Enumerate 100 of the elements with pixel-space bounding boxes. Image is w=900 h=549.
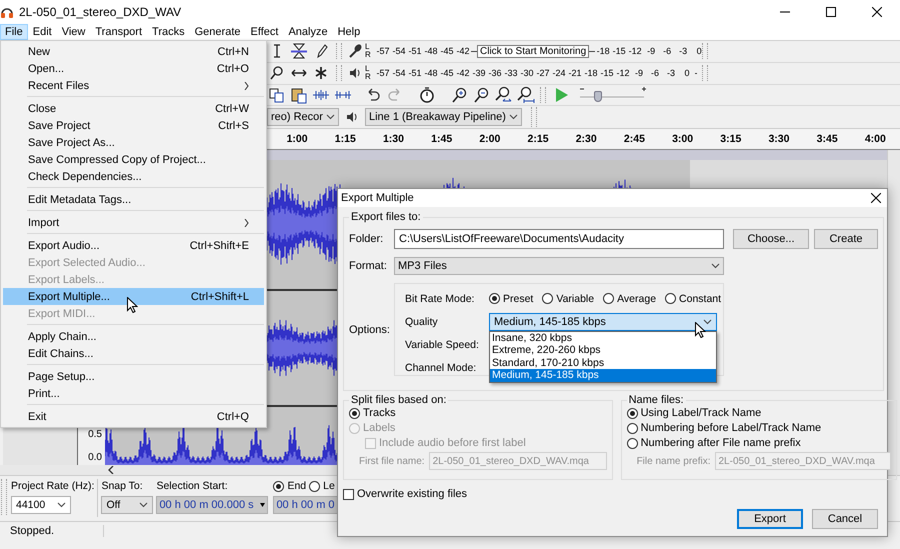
- menu-bar-item[interactable]: View: [56, 24, 90, 40]
- radio-button[interactable]: [626, 422, 638, 434]
- menu-item[interactable]: Open... Ctrl+O: [3, 60, 264, 77]
- dropdown-option[interactable]: Medium, 145-185 kbps: [490, 369, 716, 382]
- speed-slider[interactable]: [577, 86, 647, 104]
- menu-bar-item[interactable]: Tracks: [147, 24, 190, 40]
- meter-tick-label: -12: [615, 68, 631, 78]
- chevron-icon[interactable]: [326, 114, 335, 120]
- vertical-scrollbar[interactable]: [887, 150, 900, 475]
- menu-item[interactable]: Export Audio... Ctrl+Shift+E: [3, 237, 264, 254]
- dropdown-option[interactable]: Standard, 170-210 kbps: [490, 356, 716, 369]
- menu-shortcut: Ctrl+W: [215, 102, 249, 114]
- menu-item[interactable]: Close Ctrl+W: [3, 100, 264, 117]
- menu-item-label: Import: [28, 216, 60, 228]
- radio-button[interactable]: [542, 293, 554, 304]
- meter-tick-label: -12: [627, 46, 644, 56]
- radio-button[interactable]: [349, 408, 360, 418]
- slider-thumb[interactable]: [594, 90, 602, 102]
- timeline-label: 1:15: [334, 132, 357, 147]
- microphone-icon[interactable]: [347, 43, 363, 60]
- radio-label[interactable]: Using Label/Track Name: [640, 407, 762, 419]
- radio-button[interactable]: [603, 293, 614, 304]
- chevron-icon[interactable]: [139, 502, 148, 508]
- chevron-icon[interactable]: [57, 502, 66, 508]
- dialog-button[interactable]: Create: [814, 229, 878, 249]
- radio-button[interactable]: [626, 408, 638, 418]
- menu-item[interactable]: Save Project Ctrl+S: [3, 117, 264, 134]
- selection-start-field[interactable]: 00 h 00 m 00.000 s: [156, 496, 268, 514]
- speaker-icon[interactable]: [344, 110, 359, 124]
- meter-tick-label: -39: [471, 68, 487, 78]
- radio-label[interactable]: Constant: [679, 292, 722, 304]
- field-label: Selection Start:: [156, 479, 229, 493]
- menu-item[interactable]: New Ctrl+N: [3, 43, 264, 60]
- menu-item[interactable]: Edit Metadata Tags...: [3, 191, 264, 208]
- menu-item-label: Save Project: [28, 120, 92, 132]
- radio-button[interactable]: [489, 293, 500, 304]
- radio-label[interactable]: Preset: [503, 292, 534, 304]
- menu-item[interactable]: Check Dependencies...: [3, 168, 264, 185]
- menu-bar-item[interactable]: File: [0, 24, 28, 40]
- headphones-icon: [0, 5, 14, 19]
- radio-button[interactable]: [626, 438, 638, 448]
- chevron-icon[interactable]: [711, 263, 720, 269]
- snap-to-dropdown[interactable]: Off: [101, 496, 154, 514]
- timeline-label: 4:00: [864, 132, 887, 147]
- close-icon[interactable]: [872, 7, 882, 17]
- dropdown-option[interactable]: Extreme, 220-260 kbps: [490, 344, 716, 356]
- menu-item[interactable]: Save Compressed Copy of Project...: [3, 151, 264, 168]
- menu-bar-item[interactable]: Help: [332, 24, 366, 40]
- device-dropdown[interactable]: Line 1 (Breakaway Pipeline): [364, 108, 522, 126]
- menu-bar-item[interactable]: Generate: [190, 24, 246, 40]
- radio-label[interactable]: Numbering after File name prefix: [640, 437, 801, 449]
- menu-item[interactable]: Export Multiple... Ctrl+Shift+L: [3, 288, 264, 305]
- scroll-left-icon[interactable]: [108, 466, 114, 474]
- folder-field[interactable]: C:\Users\ListOfFreeware\Documents\Audacity: [394, 229, 724, 249]
- project-rate-dropdown[interactable]: 44100: [11, 496, 71, 514]
- radio-label[interactable]: Tracks: [363, 407, 396, 419]
- menu-bar-item[interactable]: Transport: [90, 24, 148, 40]
- meter-tick-label: -57: [375, 46, 391, 56]
- field-label: Options:: [349, 324, 391, 336]
- meter-tick-label: -18: [583, 68, 599, 78]
- checkbox[interactable]: [343, 488, 354, 500]
- radio-label[interactable]: End: [287, 480, 306, 492]
- menu-bar-item[interactable]: Analyze: [283, 24, 333, 40]
- chevron-icon[interactable]: [508, 114, 518, 120]
- dropdown-option[interactable]: Insane, 320 kbps: [490, 332, 716, 344]
- menu-item[interactable]: Print...: [3, 385, 264, 402]
- menu-item[interactable]: Save Project As...: [3, 134, 264, 151]
- menu-item[interactable]: Exit Ctrl+Q: [3, 408, 264, 425]
- dialog-button[interactable]: Choose...: [733, 229, 809, 249]
- maximize-icon[interactable]: [826, 7, 836, 17]
- format-dropdown[interactable]: MP3 Files: [394, 257, 724, 275]
- menu-item[interactable]: Apply Chain...: [3, 328, 264, 345]
- quality-dropdown[interactable]: Medium, 145-185 kbps: [489, 312, 717, 330]
- dropdown-arrow-icon[interactable]: [260, 503, 266, 507]
- close-icon[interactable]: [871, 193, 881, 203]
- cursor-icon: [127, 297, 138, 313]
- meter-tick-label: -51: [407, 46, 423, 56]
- zoom-to-selection-icon[interactable]: [493, 86, 513, 104]
- chevron-icon[interactable]: [703, 318, 712, 324]
- paste-icon[interactable]: [289, 86, 309, 104]
- meter-tick-label: 0: [679, 68, 695, 78]
- menu-item[interactable]: Page Setup...: [3, 368, 264, 385]
- dialog-button[interactable]: Export: [737, 509, 803, 529]
- menu-bar-item[interactable]: Edit: [28, 24, 57, 40]
- envelope-tool-icon[interactable]: [289, 42, 309, 60]
- menu-bar-item[interactable]: Effect: [246, 24, 284, 40]
- radio-label[interactable]: Variable: [556, 292, 594, 304]
- device-dropdown[interactable]: reo) Recor: [267, 108, 339, 126]
- menu-item[interactable]: Import: [3, 214, 264, 231]
- zoom-fit-icon[interactable]: [515, 86, 535, 104]
- radio-label[interactable]: Average: [617, 292, 656, 304]
- radio-label[interactable]: Numbering before Label/Track Name: [640, 422, 822, 434]
- radio-label[interactable]: Le: [323, 480, 335, 492]
- dialog-button[interactable]: Cancel: [812, 509, 878, 529]
- menu-item[interactable]: Recent Files: [3, 77, 264, 94]
- meter-tick-label: -9: [631, 68, 647, 78]
- radio-button[interactable]: [273, 480, 284, 492]
- radio-button[interactable]: [665, 293, 676, 304]
- menu-item[interactable]: Edit Chains...: [3, 345, 264, 362]
- radio-button[interactable]: [309, 480, 320, 492]
